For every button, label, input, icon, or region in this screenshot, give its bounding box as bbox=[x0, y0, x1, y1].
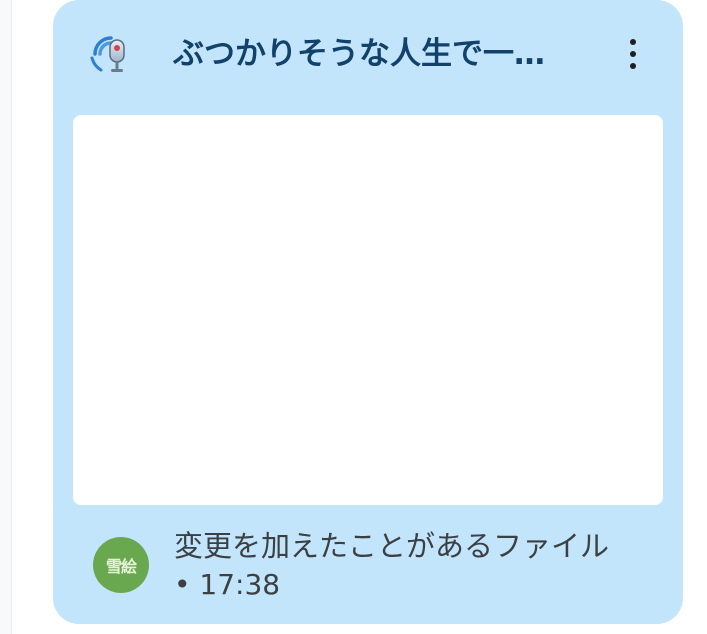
left-panel-edge bbox=[0, 0, 12, 634]
card-header: ぶつかりそうな人生で一… bbox=[53, 24, 683, 84]
more-vert-icon-dot bbox=[630, 63, 636, 69]
file-card[interactable]: ぶつかりそうな人生で一… 雪絵 変更を加えたことがあるファイル • 17:38 bbox=[53, 0, 683, 624]
card-title[interactable]: ぶつかりそうな人生で一… bbox=[173, 32, 593, 76]
page: ぶつかりそうな人生で一… 雪絵 変更を加えたことがあるファイル • 17:38 bbox=[0, 0, 707, 634]
more-vert-icon-dot bbox=[630, 51, 636, 57]
podcast-microphone-icon bbox=[89, 32, 133, 76]
activity-time: • 17:38 bbox=[174, 568, 281, 601]
activity-label: 変更を加えたことがあるファイル bbox=[174, 529, 610, 563]
avatar: 雪絵 bbox=[93, 537, 149, 593]
more-vert-icon bbox=[630, 39, 636, 45]
more-options-button[interactable] bbox=[613, 30, 653, 78]
file-thumbnail[interactable] bbox=[73, 115, 663, 505]
